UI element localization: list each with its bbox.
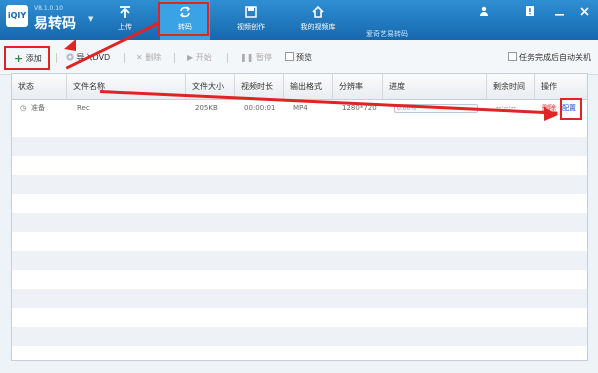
toolbar-divider [174, 53, 175, 63]
row-size: 205KB [195, 104, 218, 112]
pause-button[interactable]: ❚❚ 暂停 [240, 52, 272, 63]
play-icon: ▶ [187, 53, 194, 62]
annotation-box-config [560, 98, 582, 120]
arrowhead-left-icon [64, 39, 76, 51]
empty-row-stripe [12, 289, 587, 308]
close-icon[interactable] [572, 0, 596, 22]
col-actions[interactable]: 操作 [535, 74, 587, 99]
start-button[interactable]: ▶ 开始 [187, 52, 212, 63]
upload-icon [120, 6, 130, 18]
status-clock-icon: ◷ [20, 104, 27, 112]
minimize-icon[interactable] [547, 0, 571, 22]
empty-row-stripe [12, 175, 587, 194]
pause-button-label: 暂停 [255, 53, 272, 62]
home-icon [312, 5, 324, 18]
row-status: 准备 [31, 104, 45, 112]
chevron-down-icon[interactable]: ▼ [88, 15, 93, 23]
save-icon [245, 6, 257, 18]
preview-checkbox[interactable] [285, 52, 294, 61]
col-duration[interactable]: 视频时长 [235, 74, 284, 99]
empty-row-stripe [12, 327, 587, 346]
col-status[interactable]: 状态 [12, 74, 67, 99]
pause-icon: ❚❚ [240, 53, 254, 62]
table-header: 状态 文件名称 文件大小 视频时长 输出格式 分辨率 进度 剩余时间 操作 [12, 74, 587, 100]
arrowhead-right-icon [544, 107, 558, 121]
toolbar-divider [227, 53, 228, 63]
nav-upload-label: 上传 [118, 23, 132, 31]
info-icon[interactable] [518, 0, 542, 22]
auto-shutdown-label: 任务完成后自动关机 [519, 53, 591, 62]
start-button-label: 开始 [195, 53, 212, 62]
auto-shutdown-checkbox[interactable] [508, 52, 517, 61]
nav-my-library-label: 我的视频库 [300, 23, 336, 31]
row-duration: 00:00:01 [244, 104, 276, 112]
annotation-box-add [4, 46, 50, 70]
dvd-icon [66, 53, 74, 61]
col-remaining[interactable]: 剩余时间 [487, 74, 535, 99]
col-format[interactable]: 输出格式 [284, 74, 333, 99]
app-version: V8.1.0.10 [34, 5, 63, 12]
toolbar-divider [56, 53, 57, 63]
app-logo: iQIY V8.1.0.10 易转码 ▼ [6, 5, 93, 32]
preview-toggle[interactable]: 预览 [285, 52, 312, 63]
auto-shutdown-toggle[interactable]: 任务完成后自动关机 [508, 52, 591, 63]
empty-row-stripe [12, 213, 587, 232]
app-name: 易转码 [34, 16, 76, 32]
nav-upload[interactable]: 上传 [103, 0, 147, 40]
user-icon[interactable] [472, 0, 496, 22]
nav-video-create-label: 视频创作 [237, 23, 265, 31]
iqiyi-logo-icon: iQIY [6, 5, 28, 27]
col-resolution[interactable]: 分辨率 [333, 74, 383, 99]
nav-video-create[interactable]: 视频创作 [225, 0, 277, 40]
delete-button[interactable]: ✕ 删除 [136, 52, 161, 63]
row-progress-text: 0.00% [397, 105, 417, 112]
nav-my-library[interactable]: 我的视频库 [288, 0, 348, 40]
preview-label: 预览 [296, 53, 312, 62]
delete-icon: ✕ [136, 53, 143, 62]
row-filename: Rec [77, 104, 90, 112]
annotation-box-transcode [158, 2, 209, 36]
task-table: 状态 文件名称 文件大小 视频时长 输出格式 分辨率 进度 剩余时间 操作 ◷ … [11, 73, 588, 361]
delete-button-label: 删除 [145, 53, 162, 62]
watermark: 爱奇艺易转码 [366, 30, 408, 38]
app-header: iQIY V8.1.0.10 易转码 ▼ 上传 转码 视频创作 我的视频库 爱奇… [0, 0, 598, 40]
col-progress[interactable]: 进度 [383, 74, 487, 99]
empty-row-stripe [12, 251, 587, 270]
empty-row-stripe [12, 137, 587, 156]
toolbar-divider [124, 53, 125, 63]
